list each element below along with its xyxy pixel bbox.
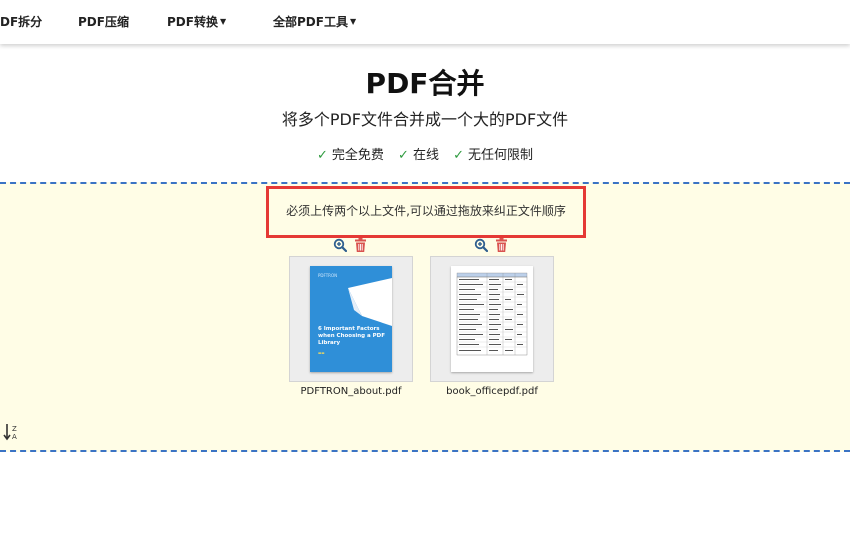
- nav-item-label: 全部PDF工具: [273, 15, 348, 29]
- file-name: PDFTRON_about.pdf: [300, 386, 402, 397]
- nav-item-pdf-compress[interactable]: PDF压缩: [78, 13, 129, 30]
- feature-list: ✓ 完全免费 ✓ 在线 ✓ 无任何限制: [0, 144, 850, 163]
- cover-tag-mark: ▬▬: [318, 351, 325, 355]
- nav-item-label: DF拆分: [0, 15, 43, 29]
- pdf-page-preview: [451, 266, 533, 372]
- file-thumbnail[interactable]: PDFTRON 6 Important Factors when Choosin…: [289, 256, 413, 382]
- upload-notice: 必须上传两个以上文件,可以通过拖放来纠正文件顺序: [266, 186, 586, 238]
- check-icon: ✓: [398, 148, 409, 163]
- file-name: book_officepdf.pdf: [446, 386, 538, 397]
- check-icon: ✓: [316, 148, 328, 163]
- feature-label: 在线: [412, 148, 439, 163]
- svg-text:Z: Z: [12, 425, 17, 433]
- paper-graphic-icon: [348, 278, 392, 326]
- nav-item-pdf-convert[interactable]: PDF转换 ▼: [167, 13, 226, 30]
- file-drop-zone[interactable]: 必须上传两个以上文件,可以通过拖放来纠正文件顺序 PDFTRON 6 Impor…: [0, 182, 850, 452]
- nav-item-label: PDF压缩: [78, 15, 129, 29]
- feature-item: ✓ 完全免费: [317, 144, 384, 163]
- caret-down-icon: ▼: [349, 17, 357, 26]
- pdf-cover-preview: PDFTRON 6 Important Factors when Choosin…: [310, 266, 392, 372]
- cover-title: 6 Important Factors when Choosing a PDF …: [318, 326, 385, 346]
- nav-item-pdf-split[interactable]: DF拆分: [0, 13, 42, 30]
- zoom-in-icon[interactable]: [474, 238, 488, 252]
- file-toolbar: [333, 238, 373, 254]
- sort-za-icon[interactable]: Z A: [3, 422, 21, 442]
- page-subtitle: 将多个PDF文件合并成一个大的PDF文件: [281, 110, 569, 129]
- check-icon: ✓: [453, 148, 464, 163]
- feature-label: 无任何限制: [468, 148, 534, 163]
- svg-text:A: A: [12, 433, 17, 441]
- document-table-icon: [456, 272, 528, 356]
- file-toolbar: [474, 238, 514, 254]
- delete-icon[interactable]: [495, 238, 508, 252]
- file-thumbnail[interactable]: [430, 256, 554, 382]
- top-navigation: DF拆分 PDF压缩 PDF转换 ▼ 全部PDF工具 ▼: [0, 0, 850, 44]
- feature-label: 完全免费: [331, 148, 384, 163]
- nav-item-all-tools[interactable]: 全部PDF工具 ▼: [273, 13, 356, 30]
- zoom-in-icon[interactable]: [333, 238, 347, 252]
- page-title: PDF合并: [365, 67, 485, 100]
- delete-icon[interactable]: [354, 238, 367, 252]
- caret-down-icon: ▼: [219, 17, 227, 26]
- feature-item: ✓ 在线: [398, 144, 439, 163]
- nav-item-label: PDF转换: [167, 15, 218, 29]
- feature-item: ✓ 无任何限制: [453, 144, 533, 163]
